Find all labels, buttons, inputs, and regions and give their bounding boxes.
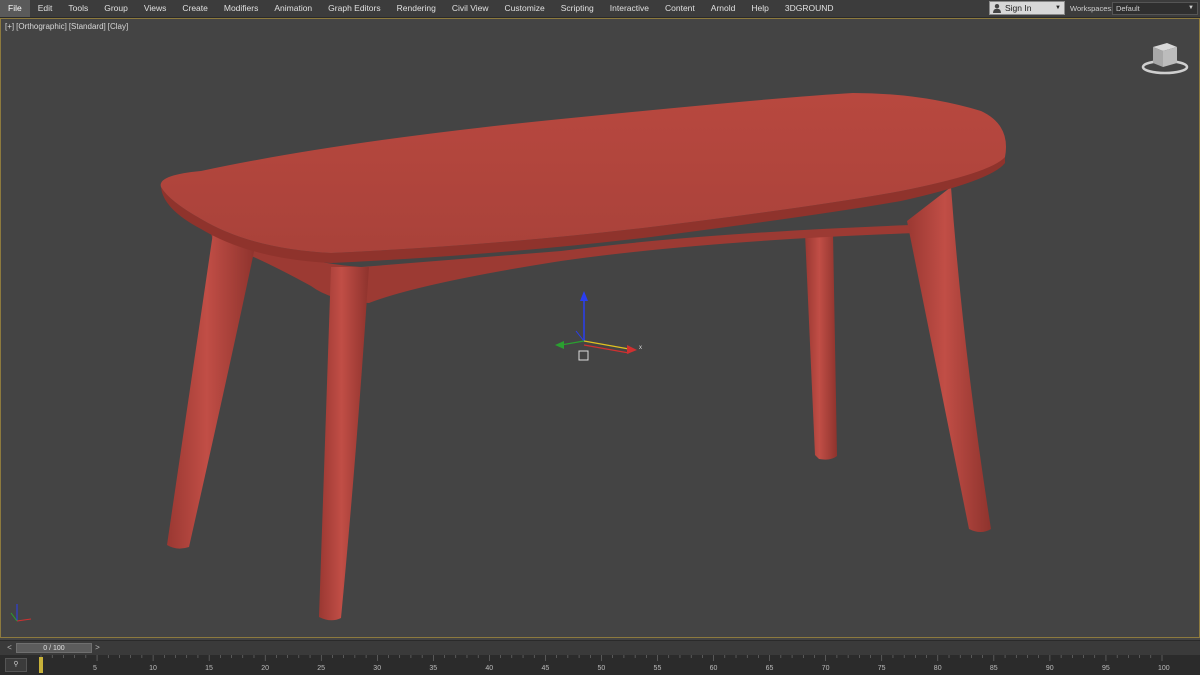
menu-item-3dground[interactable]: 3DGROUND [777,0,842,17]
menu-item-modifiers[interactable]: Modifiers [216,0,266,17]
menu-item-tools[interactable]: Tools [60,0,96,17]
menu-item-arnold[interactable]: Arnold [703,0,744,17]
track-bar-tick-label: 30 [373,665,381,672]
menu-item-rendering[interactable]: Rendering [389,0,444,17]
menu-item-animation[interactable]: Animation [266,0,320,17]
track-bar-tick-label: 60 [710,665,718,672]
menu-item-create[interactable]: Create [174,0,216,17]
track-bar-tick-label: 90 [1046,665,1054,672]
chevron-down-icon: ▼ [1188,5,1194,11]
track-bar-tick-label: 45 [541,665,549,672]
sign-in-label: Sign In [1005,3,1032,13]
table-leg-front-left[interactable] [167,233,255,549]
track-bar-tick-label: 55 [654,665,662,672]
track-bar-tick-label: 50 [598,665,606,672]
scene-canvas[interactable]: x [1,19,1199,637]
transform-gizmo[interactable]: x [555,291,642,361]
table-leg-front-center[interactable] [319,267,369,621]
menu-item-customize[interactable]: Customize [497,0,553,17]
workspaces-label: Workspaces: [1070,4,1114,13]
sign-in-dropdown[interactable]: Sign In ▼ [989,1,1065,15]
track-bar-tick-label: 95 [1102,665,1110,672]
track-bar-tick-label: 10 [149,665,157,672]
menu-item-edit[interactable]: Edit [30,0,61,17]
track-bar-tick-label: 25 [317,665,325,672]
track-bar-tick-label: 100 [1158,665,1170,672]
menu-item-interactive[interactable]: Interactive [602,0,657,17]
time-slider-next-arrow[interactable]: > [93,643,102,653]
track-bar-tick-label: 80 [934,665,942,672]
menu-item-graph-editors[interactable]: Graph Editors [320,0,388,17]
track-bar[interactable]: ⚲ 5 10 15 20 25 30 35 40 45 50 55 60 65 70 75 80 85 90 95 1… [0,655,1200,675]
menu-item-civil-view[interactable]: Civil View [444,0,497,17]
chevron-down-icon: ▼ [1055,5,1061,11]
time-slider[interactable]: < 0 / 100 > [0,640,1200,655]
view-cube[interactable] [1141,43,1189,75]
menu-item-content[interactable]: Content [657,0,703,17]
time-slider-handle[interactable]: 0 / 100 [16,643,92,653]
menu-item-help[interactable]: Help [743,0,776,17]
current-frame-marker[interactable] [39,657,43,673]
track-bar-ruler[interactable]: 5 10 15 20 25 30 35 40 45 50 55 60 65 70 75 80 85 90 95 100 [0,655,1200,675]
svg-text:x: x [639,345,642,351]
menu-item-file[interactable]: File [0,0,30,17]
table-leg-back-far-right[interactable] [907,187,991,532]
menu-item-group[interactable]: Group [96,0,136,17]
menu-items: File Edit Tools Group Views Create Modifiers An… [0,0,842,17]
track-bar-tick-label: 70 [822,665,830,672]
track-bar-tick-label: 15 [205,665,213,672]
world-axis-tripod [10,604,32,622]
time-slider-prev-arrow[interactable]: < [5,643,14,653]
track-bar-tick-label: 65 [766,665,774,672]
track-bar-tick-label: 35 [429,665,437,672]
workspaces-select[interactable]: Default ▼ [1112,2,1198,15]
user-icon [993,4,1001,13]
track-bar-tick-label: 20 [261,665,269,672]
table-leg-back-right[interactable] [805,233,837,460]
track-bar-tick-label: 75 [878,665,886,672]
menu-item-scripting[interactable]: Scripting [553,0,602,17]
workspaces-value: Default [1116,4,1140,13]
track-bar-tick-label: 85 [990,665,998,672]
menu-item-views[interactable]: Views [136,0,175,17]
viewport[interactable]: [+] [Orthographic] [Standard] [Clay] x [0,18,1200,638]
track-bar-tick-label: 40 [485,665,493,672]
track-bar-tick-label: 5 [93,665,97,672]
